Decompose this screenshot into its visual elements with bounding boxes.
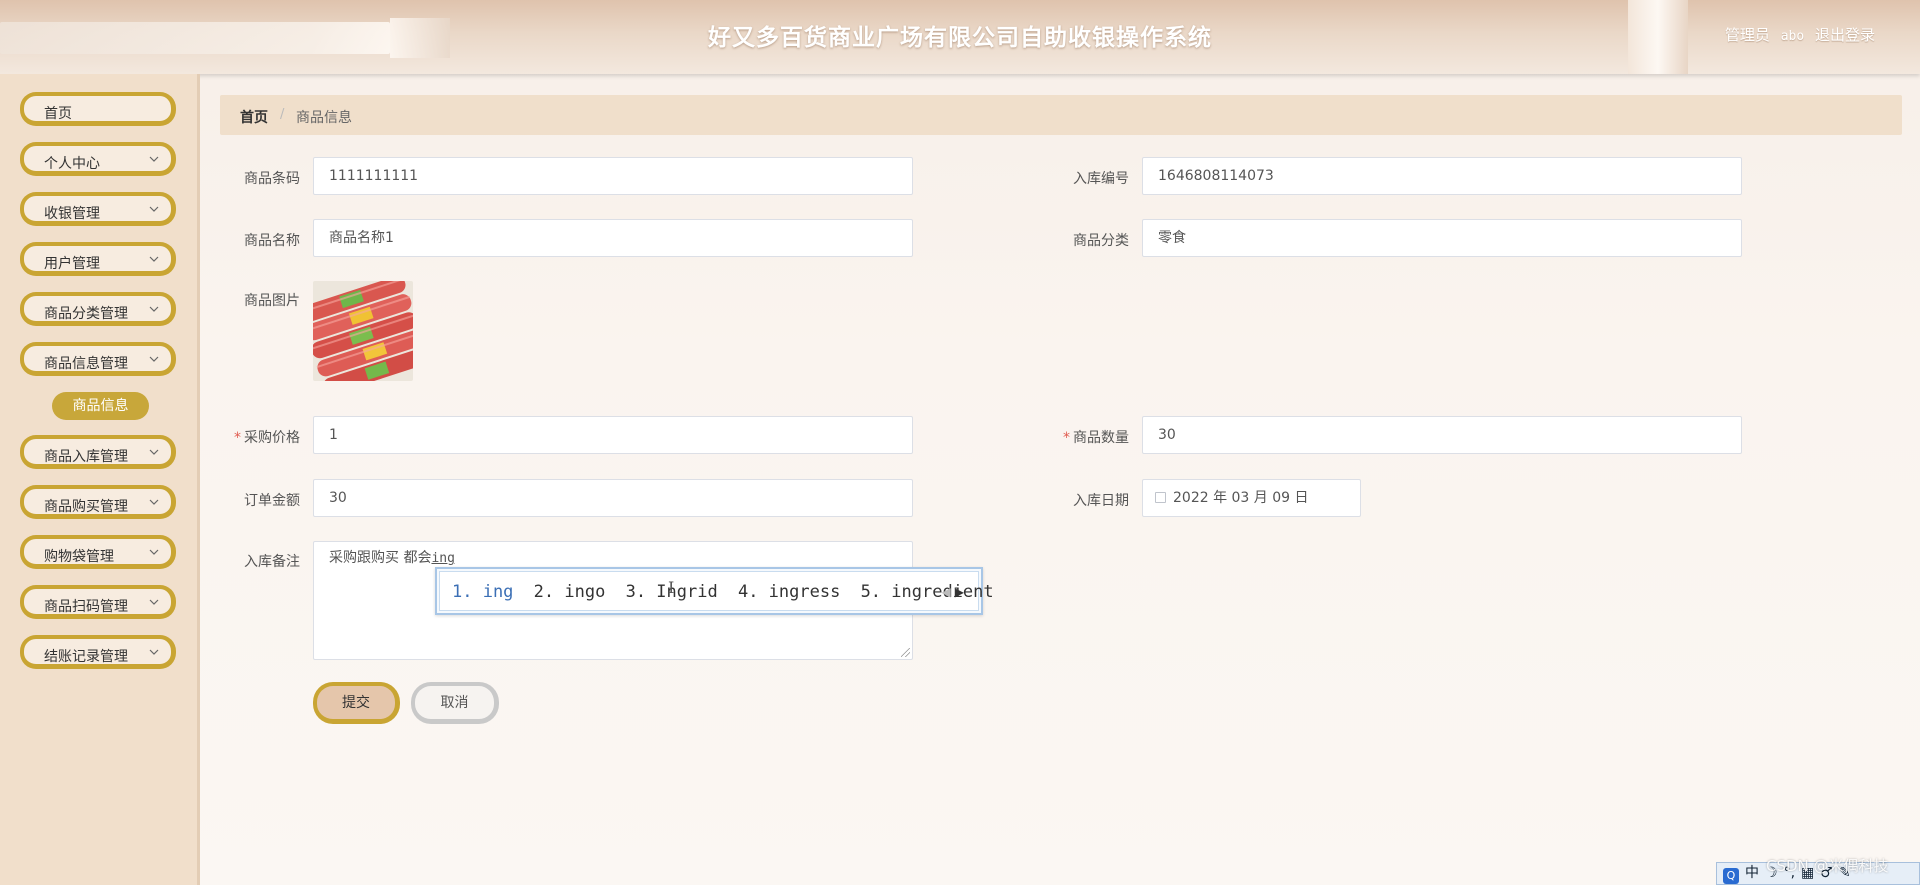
sausage-product-photo	[313, 281, 413, 381]
sidebar-item-stock-in[interactable]: 商品入库管理	[20, 435, 176, 469]
chevron-down-icon	[149, 206, 159, 212]
order-amount-field[interactable]: 30	[313, 479, 913, 517]
sidebar-item-home[interactable]: 首页	[20, 92, 176, 126]
category-field[interactable]: 零食	[1142, 219, 1742, 257]
sidebar-item-category[interactable]: 商品分类管理	[20, 292, 176, 326]
sidebar-item-label: 商品购买管理	[44, 499, 128, 515]
ime-candidate-list: 1. ing 2. ingo 3. Ingrid 4. ingress 5. i…	[452, 582, 1004, 602]
sidebar-item-label: 首页	[44, 106, 72, 122]
remark-text: 采购跟购买 都会	[329, 550, 432, 566]
mouse-text-cursor-icon: I	[668, 578, 675, 597]
user-name: abo	[1780, 29, 1805, 44]
breadcrumb-home[interactable]: 首页	[240, 107, 268, 127]
chevron-down-icon	[149, 649, 159, 655]
chevron-down-icon	[149, 449, 159, 455]
ime-candidate[interactable]: 2. ingo	[534, 582, 606, 602]
sidebar-item-label: 购物袋管理	[44, 549, 114, 565]
breadcrumb-separator: /	[280, 107, 285, 122]
purchase-price-label-text: 采购价格	[244, 430, 300, 446]
sidebar-item-label: 用户管理	[44, 256, 100, 272]
chevron-down-icon	[149, 549, 159, 555]
stock-date-label: 入库日期	[1073, 493, 1129, 509]
sidebar-item-cashier[interactable]: 收银管理	[20, 192, 176, 226]
sidebar-item-shopping-bag[interactable]: 购物袋管理	[20, 535, 176, 569]
ime-candidate-popup: 1. ing 2. ingo 3. Ingrid 4. ingress 5. i…	[435, 567, 994, 615]
stock-no-field[interactable]: 1646808114073	[1142, 157, 1742, 195]
sidebar-item-product-info[interactable]: 商品信息管理	[20, 342, 176, 376]
barcode-label: 商品条码	[244, 171, 300, 187]
product-image[interactable]	[313, 281, 413, 381]
ime-candidate-panel: 1. ing 2. ingo 3. Ingrid 4. ingress 5. i…	[439, 571, 994, 611]
top-header: 好又多百货商业广场有限公司自助收银操作系统 管理员 abo 退出登录	[0, 0, 1920, 74]
sidebar-item-personal-center[interactable]: 个人中心	[20, 142, 176, 176]
ime-page-arrows: ◀ ▶	[942, 585, 964, 599]
chevron-down-icon	[149, 156, 159, 162]
sidebar-subitem-product-info[interactable]: 商品信息	[52, 392, 149, 420]
product-name-field[interactable]: 商品名称1	[313, 219, 913, 257]
resize-handle[interactable]	[901, 648, 910, 657]
user-area: 管理员 abo 退出登录	[1719, 24, 1875, 45]
remark-composing-text: ing	[431, 551, 455, 566]
order-amount-label: 订单金额	[244, 493, 300, 509]
ime-candidate[interactable]: 5. ingredient	[861, 582, 994, 602]
sidebar: 首页 个人中心 收银管理 用户管理 商品分类管理 商品信息管理 商品信息 商品入…	[0, 74, 200, 885]
ime-next-page-icon[interactable]: ▶	[955, 585, 964, 599]
stock-date-value: 2022 年 03 月 09 日	[1173, 490, 1309, 506]
quantity-label: * 商品数量	[1049, 427, 1129, 447]
stock-no-label: 入库编号	[1073, 171, 1129, 187]
sidebar-item-scan[interactable]: 商品扫码管理	[20, 585, 176, 619]
cancel-button[interactable]: 取消	[411, 682, 499, 724]
ime-candidate[interactable]: 4. ingress	[738, 582, 840, 602]
remark-label: 入库备注	[244, 554, 300, 570]
required-mark: *	[1063, 430, 1070, 446]
barcode-field[interactable]: 1111111111	[313, 157, 913, 195]
sidebar-item-label: 商品分类管理	[44, 306, 128, 322]
calendar-icon	[1155, 492, 1166, 503]
chevron-down-icon	[149, 599, 159, 605]
product-image-label: 商品图片	[244, 293, 300, 309]
breadcrumb: 首页 / 商品信息	[220, 95, 1902, 135]
sidebar-item-label: 商品信息管理	[44, 356, 128, 372]
sidebar-item-label: 商品扫码管理	[44, 599, 128, 615]
sidebar-item-purchase[interactable]: 商品购买管理	[20, 485, 176, 519]
purchase-price-label: * 采购价格	[220, 427, 300, 447]
purchase-price-field[interactable]: 1	[313, 416, 913, 454]
watermark: CSDN @米偶科技	[1766, 857, 1889, 875]
sidebar-item-label: 收银管理	[44, 206, 100, 222]
sidebar-item-label: 结账记录管理	[44, 649, 128, 665]
quantity-field[interactable]: 30	[1142, 416, 1742, 454]
chevron-down-icon	[149, 499, 159, 505]
logout-link[interactable]: 退出登录	[1815, 26, 1875, 44]
submit-button[interactable]: 提交	[313, 682, 400, 724]
required-mark: *	[234, 430, 241, 446]
ime-logo-icon[interactable]: Q	[1723, 868, 1739, 884]
app-title: 好又多百货商业广场有限公司自助收银操作系统	[708, 24, 1212, 51]
chevron-down-icon	[149, 356, 159, 362]
ime-candidate[interactable]: 1. ing	[452, 582, 513, 602]
quantity-label-text: 商品数量	[1073, 430, 1129, 446]
product-name-label: 商品名称	[244, 233, 300, 249]
chevron-down-icon	[149, 306, 159, 312]
ime-prev-page-icon[interactable]: ◀	[942, 585, 951, 599]
stock-date-picker[interactable]: 2022 年 03 月 09 日	[1142, 479, 1361, 517]
ime-mode-toggle[interactable]: 中	[1745, 865, 1759, 881]
chevron-down-icon	[149, 256, 159, 262]
user-role: 管理员	[1724, 26, 1770, 44]
sidebar-item-users[interactable]: 用户管理	[20, 242, 176, 276]
sidebar-item-label: 商品入库管理	[44, 449, 128, 465]
sidebar-item-label: 个人中心	[44, 156, 100, 172]
sidebar-item-checkout-records[interactable]: 结账记录管理	[20, 635, 176, 669]
category-label: 商品分类	[1073, 233, 1129, 249]
breadcrumb-current: 商品信息	[296, 110, 352, 126]
